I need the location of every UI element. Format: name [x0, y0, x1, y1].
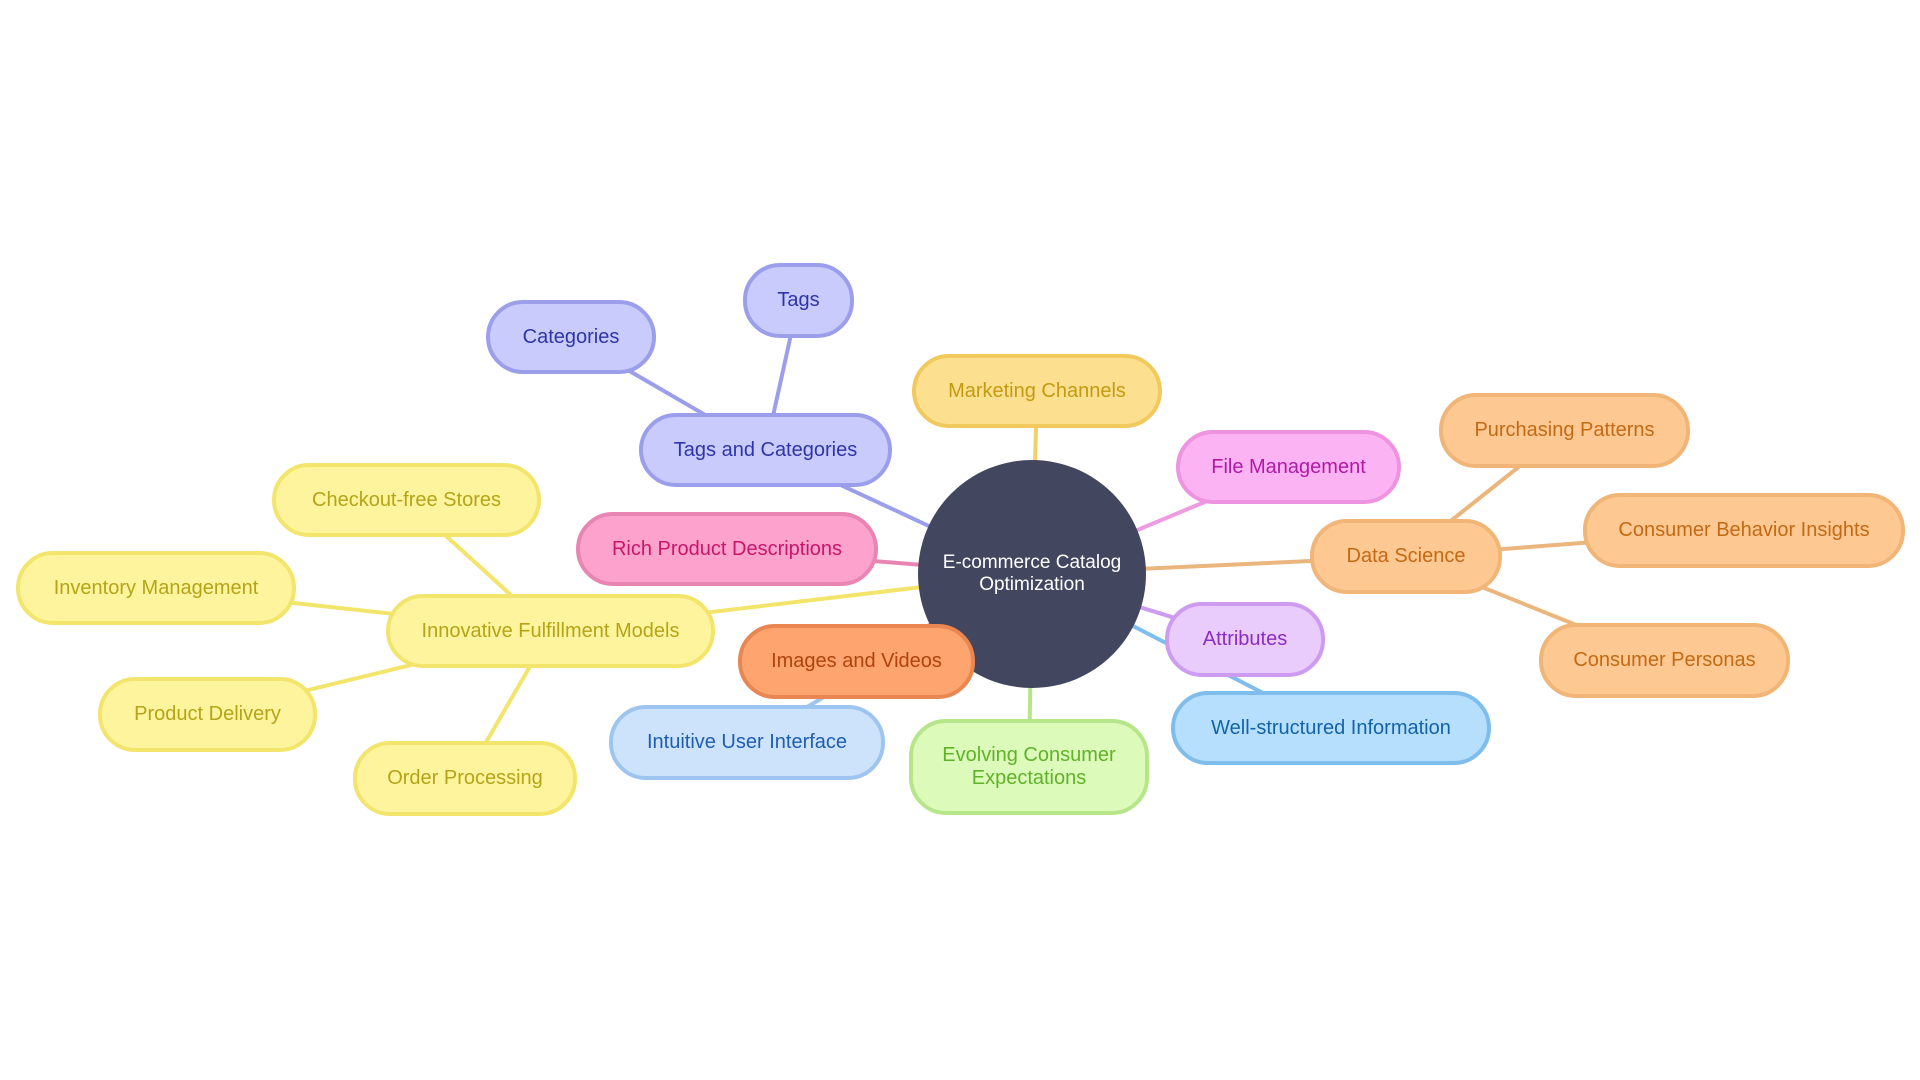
node-consumer-personas[interactable]: Consumer Personas — [1539, 623, 1790, 698]
node-label: File Management — [1211, 455, 1366, 478]
root-node-label: E-commerce Catalog Optimization — [942, 552, 1122, 595]
node-label: Data Science — [1346, 545, 1466, 567]
node-label: Tags and Categories — [673, 438, 858, 461]
node-label: Rich Product Descriptions — [611, 537, 843, 560]
node-label: Innovative Fulfillment Models — [421, 619, 680, 642]
node-label: Evolving Consumer Expectations — [942, 744, 1116, 789]
node-consumer-behavior-insights[interactable]: Consumer Behavior Insights — [1583, 493, 1905, 568]
node-label: Purchasing Patterns — [1474, 419, 1655, 441]
node-label: Tags — [777, 289, 820, 311]
node-purchasing-patterns[interactable]: Purchasing Patterns — [1439, 393, 1690, 468]
node-label: Intuitive User Interface — [646, 731, 848, 753]
node-label: Marketing Channels — [948, 379, 1126, 402]
node-rich-product-descriptions[interactable]: Rich Product Descriptions — [576, 512, 878, 586]
node-well-structured-information[interactable]: Well-structured Information — [1171, 691, 1491, 765]
node-file-management[interactable]: File Management — [1176, 430, 1401, 504]
node-data-science[interactable]: Data Science — [1310, 519, 1502, 594]
node-label: Consumer Personas — [1573, 649, 1756, 671]
node-tags-and-categories[interactable]: Tags and Categories — [639, 413, 892, 487]
node-label: Attributes — [1202, 628, 1288, 650]
node-marketing-channels[interactable]: Marketing Channels — [912, 354, 1162, 428]
node-intuitive-user-interface[interactable]: Intuitive User Interface — [609, 705, 885, 780]
node-label: Categories — [522, 325, 620, 348]
node-label: Order Processing — [387, 767, 543, 789]
node-product-delivery[interactable]: Product Delivery — [98, 677, 317, 752]
node-categories[interactable]: Categories — [486, 300, 656, 374]
node-label: Consumer Behavior Insights — [1618, 519, 1870, 541]
node-label: Checkout-free Stores — [312, 488, 501, 511]
node-evolving-consumer-expectations[interactable]: Evolving Consumer Expectations — [909, 719, 1149, 815]
node-tags[interactable]: Tags — [743, 263, 854, 338]
node-attributes[interactable]: Attributes — [1165, 602, 1325, 677]
node-label: Inventory Management — [53, 576, 259, 599]
node-inventory-management[interactable]: Inventory Management — [16, 551, 296, 625]
node-images-and-videos[interactable]: Images and Videos — [738, 624, 975, 699]
node-label: Images and Videos — [771, 650, 942, 672]
node-label: Product Delivery — [134, 703, 281, 725]
node-innovative-fulfillment-models[interactable]: Innovative Fulfillment Models — [386, 594, 715, 668]
node-checkout-free-stores[interactable]: Checkout-free Stores — [272, 463, 541, 537]
node-label: Well-structured Information — [1211, 716, 1451, 739]
node-order-processing[interactable]: Order Processing — [353, 741, 577, 816]
